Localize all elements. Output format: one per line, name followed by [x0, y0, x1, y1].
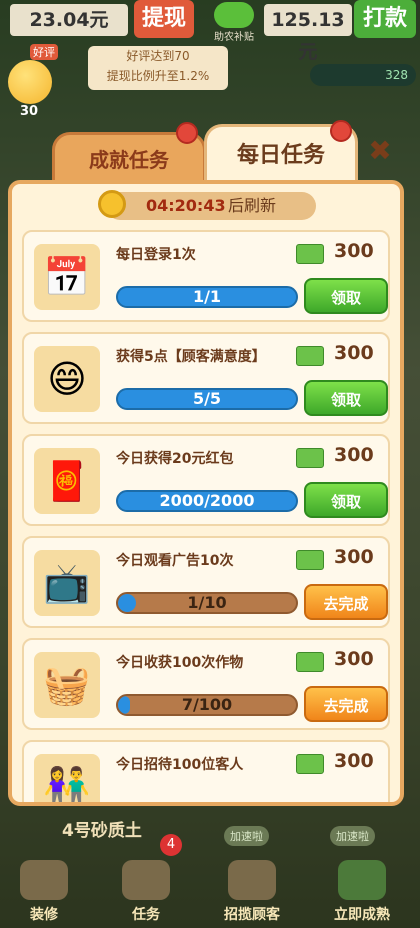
claim-button[interactable]: 领取	[304, 278, 388, 314]
progress-label: 7/100	[181, 695, 233, 714]
go-complete-button[interactable]: 去完成	[304, 686, 388, 722]
nav-ripen[interactable]: 立即成熟	[322, 860, 402, 924]
notification-dot	[176, 122, 198, 144]
progress-label: 2000/2000	[159, 491, 255, 510]
task-row: 😄 获得5点【顾客满意度】 300 5/5 领取	[22, 332, 390, 424]
tv-play-icon: 📺	[34, 550, 100, 616]
customers-icon: 👫	[34, 754, 100, 802]
progress-label: 5/5	[192, 389, 222, 408]
field-label: 4号砂质土	[62, 821, 142, 841]
nav-tasks-label: 任务	[132, 907, 160, 923]
progress-label: 1/1	[192, 287, 222, 306]
progress-bar: 1/1	[116, 286, 298, 308]
task-row: 👫 今日招待100位客人 300	[22, 740, 390, 802]
customers-icon	[228, 860, 276, 900]
task-reward: 300	[334, 240, 374, 262]
basket-icon: 🧺	[34, 652, 100, 718]
task-title: 今日观看广告10次	[116, 553, 234, 569]
harvest-badge[interactable]: 助农补贴	[206, 2, 262, 43]
claim-button[interactable]: 领取	[304, 380, 388, 416]
task-reward: 300	[334, 546, 374, 568]
task-title: 每日登录1次	[116, 247, 196, 263]
nav-decorate[interactable]: 装修	[4, 860, 84, 924]
speed-tag-2: 加速啦	[330, 826, 375, 846]
top-bar: 23.04元 提现 助农补贴 125.13元 打款	[0, 0, 420, 63]
go-complete-button[interactable]: 去完成	[304, 584, 388, 620]
task-title: 今日招待100位客人	[116, 757, 244, 773]
task-reward: 300	[334, 750, 374, 772]
cash-icon	[296, 244, 324, 264]
cash-icon	[296, 448, 324, 468]
smiley-icon: 😄	[34, 346, 100, 412]
good-badge: 好评	[30, 44, 58, 60]
task-reward: 300	[334, 648, 374, 670]
nav-tasks[interactable]: 任务	[106, 860, 186, 924]
cash-icon	[296, 754, 324, 774]
stopwatch-icon	[98, 190, 126, 218]
punch-button[interactable]: 打款	[354, 0, 416, 38]
bubble-line-1: 好评达到70	[126, 49, 190, 63]
balance-right: 125.13元	[264, 4, 352, 63]
timer-value: 04:20:43	[146, 196, 226, 215]
cash-icon	[296, 652, 324, 672]
nav-attract[interactable]: 招揽顾客	[212, 860, 292, 924]
task-title: 今日获得20元红包	[116, 451, 234, 467]
toolbox-icon	[20, 860, 68, 900]
withdraw-button[interactable]: 提现	[134, 0, 194, 38]
nav-ripen-label: 立即成熟	[334, 907, 390, 923]
speed-tag-1: 加速啦	[224, 826, 269, 846]
harvest-label: 助农补贴	[214, 32, 254, 43]
cash-icon	[296, 346, 324, 366]
satisfaction-count: 30	[20, 104, 39, 119]
nav-decorate-label: 装修	[30, 907, 58, 923]
notification-dot	[330, 120, 352, 142]
task-count-badge: 4	[160, 834, 182, 856]
task-row: 📅 每日登录1次 300 1/1 领取	[22, 230, 390, 322]
progress-bar: 5/5	[116, 388, 298, 410]
satisfaction-icon[interactable]	[8, 60, 52, 104]
progress-label: 1/10	[187, 593, 227, 612]
progress-bar: 1/10	[116, 592, 298, 614]
timer-suffix: 后刷新	[228, 196, 277, 215]
cash-icon	[296, 550, 324, 570]
task-row: 📺 今日观看广告10次 300 1/10 去完成	[22, 536, 390, 628]
task-row: 🧺 今日收获100次作物 300 7/100 去完成	[22, 638, 390, 730]
task-title: 今日收获100次作物	[116, 655, 244, 671]
check-icon	[214, 2, 254, 28]
sprout-icon	[338, 860, 386, 900]
cash-pill: 328	[310, 64, 416, 86]
task-reward: 300	[334, 444, 374, 466]
task-row: 🧧 今日获得20元红包 300 2000/2000 领取	[22, 434, 390, 526]
bubble-line-2: 提现比例升至1.2%	[106, 69, 210, 83]
refresh-timer: 04:20:43 后刷新	[98, 190, 316, 220]
red-envelope-icon: 🧧	[34, 448, 100, 514]
close-icon[interactable]: ✖	[360, 132, 400, 172]
progress-bar: 2000/2000	[116, 490, 298, 512]
balance-left: 23.04元	[10, 4, 128, 36]
rating-bubble: 好评达到70 提现比例升至1.2%	[88, 46, 228, 90]
calendar-check-icon: 📅	[34, 244, 100, 310]
task-modal: 成就任务 每日任务 ✖ 04:20:43 后刷新 📅 每日登录1次 300 1/1 领取…	[8, 118, 404, 808]
task-reward: 300	[334, 342, 374, 364]
claim-button[interactable]: 领取	[304, 482, 388, 518]
task-panel: 04:20:43 后刷新 📅 每日登录1次 300 1/1 领取 😄 获得5点【顾客满意度】…	[8, 180, 404, 806]
bottom-nav: 4号砂质土 加速啦 加速啦 装修 任务 4 招揽顾客 立即成熟	[0, 818, 420, 928]
task-icon	[122, 860, 170, 900]
nav-attract-label: 招揽顾客	[224, 907, 280, 923]
progress-bar: 7/100	[116, 694, 298, 716]
task-title: 获得5点【顾客满意度】	[116, 349, 266, 365]
